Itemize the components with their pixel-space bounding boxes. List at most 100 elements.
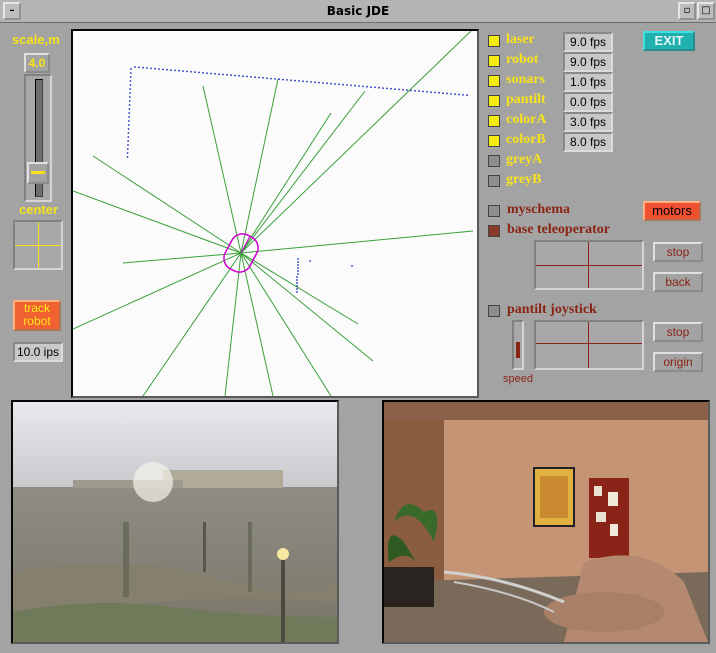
base-joystick-pad[interactable]: [534, 240, 644, 290]
maximize-button[interactable]: □: [697, 2, 715, 20]
back-button[interactable]: back: [653, 272, 703, 292]
laser-point: [366, 85, 368, 88]
center-pad-hline: [15, 245, 61, 246]
laser-point: [454, 93, 456, 96]
sensor-laser-checkbox[interactable]: [488, 35, 500, 47]
world-canvas[interactable]: [71, 29, 479, 398]
slider-handle-mark: [31, 171, 45, 174]
laser-point: [426, 90, 428, 93]
laser-point: [270, 77, 272, 80]
laser-point: [309, 260, 311, 262]
sonar-ray: [240, 252, 274, 396]
sonar-ray: [240, 112, 332, 254]
laser-point: [186, 70, 188, 73]
laser-point: [402, 88, 404, 91]
laser-point: [422, 90, 424, 93]
sonar-ray: [240, 78, 279, 254]
laser-point: [129, 92, 131, 94]
center-label: center: [19, 202, 59, 217]
robot-marker: [223, 233, 259, 273]
speed-slider[interactable]: [512, 320, 524, 370]
laser-point: [190, 70, 192, 73]
laser-point: [297, 270, 299, 272]
sensor-pantilt-label: pantilt: [506, 92, 546, 107]
sonar-ray: [73, 252, 242, 330]
laser-point: [290, 79, 292, 82]
origin-button[interactable]: origin: [653, 352, 703, 372]
minimize-button[interactable]: ▫: [678, 2, 696, 20]
laser-point: [226, 73, 228, 76]
laser-point: [410, 89, 412, 92]
speed-label: speed: [503, 373, 533, 385]
laser-point: [298, 80, 300, 82]
laser-point: [170, 69, 172, 71]
sensor-greyA-checkbox[interactable]: [488, 155, 500, 167]
sensor-colorA-checkbox[interactable]: [488, 115, 500, 127]
laser-point: [128, 112, 131, 114]
laser-point: [142, 66, 144, 69]
laser-point: [214, 72, 216, 75]
sonar-ray: [202, 85, 242, 254]
laser-point: [182, 70, 184, 72]
laser-point: [297, 267, 299, 269]
scale-label: scale,m: [12, 32, 60, 47]
sensor-greyB-checkbox[interactable]: [488, 175, 500, 187]
laser-point: [128, 104, 131, 106]
base-joystick-hline: [536, 265, 642, 266]
laser-point: [382, 87, 384, 89]
myschema-checkbox[interactable]: [488, 205, 500, 217]
laser-point: [362, 85, 364, 88]
scale-slider[interactable]: [24, 74, 52, 202]
camera-a-image: [13, 402, 337, 642]
origin-button-label: origin: [663, 355, 693, 369]
laser-point: [198, 71, 200, 74]
sensor-colorB-label: colorB: [506, 132, 546, 147]
back-button-label: back: [665, 275, 691, 289]
camera-b-image: [384, 402, 708, 642]
laser-point: [434, 91, 436, 94]
laser-point: [296, 288, 298, 290]
laser-point: [342, 83, 344, 86]
sensor-sonars-checkbox[interactable]: [488, 75, 500, 87]
center-pad[interactable]: [13, 220, 63, 270]
laser-point: [222, 73, 224, 76]
pantilt-joystick-pad[interactable]: [534, 320, 644, 370]
laser-point: [126, 156, 129, 158]
sonar-ray: [240, 230, 474, 254]
camera-b-view: [382, 400, 710, 644]
sensor-colorB-checkbox[interactable]: [488, 135, 500, 147]
scale-value: 4.0: [24, 53, 50, 73]
track-robot-button[interactable]: track robot: [13, 300, 61, 331]
laser-point: [178, 69, 180, 72]
laser-point: [346, 84, 348, 86]
sensor-greyA-label: greyA: [506, 152, 543, 167]
sensor-sonars-fps: 1.0 fps: [563, 72, 613, 92]
laser-point: [210, 72, 212, 75]
pantilt-stop-button[interactable]: stop: [653, 322, 703, 342]
stop-button[interactable]: stop: [653, 242, 703, 262]
motors-button-label: motors: [652, 203, 692, 218]
sensor-robot-checkbox[interactable]: [488, 55, 500, 67]
laser-point: [234, 74, 236, 77]
ips-display: 10.0 ips: [13, 342, 63, 362]
laser-point: [129, 88, 132, 90]
slider-handle[interactable]: [27, 162, 49, 184]
laser-point: [174, 69, 176, 72]
laser-point: [338, 83, 340, 86]
sonar-ray: [240, 252, 332, 396]
laser-point: [297, 261, 299, 263]
laser-point: [238, 74, 240, 77]
sensor-colorA-fps: 3.0 fps: [563, 112, 613, 132]
laser-point: [394, 88, 396, 90]
sensor-pantilt-fps: 0.0 fps: [563, 92, 613, 112]
laser-point: [282, 78, 284, 81]
sensor-pantilt-checkbox[interactable]: [488, 95, 500, 107]
camera-a-view: [11, 400, 339, 644]
exit-button[interactable]: EXIT: [643, 31, 695, 51]
sensor-colorB-fps: 8.0 fps: [563, 132, 613, 152]
pantilt-joystick-checkbox[interactable]: [488, 305, 500, 317]
pantilt-joystick-hline: [536, 343, 642, 344]
laser-point: [334, 83, 336, 85]
motors-button[interactable]: motors: [643, 201, 701, 221]
base-teleoperator-checkbox[interactable]: [488, 225, 500, 237]
